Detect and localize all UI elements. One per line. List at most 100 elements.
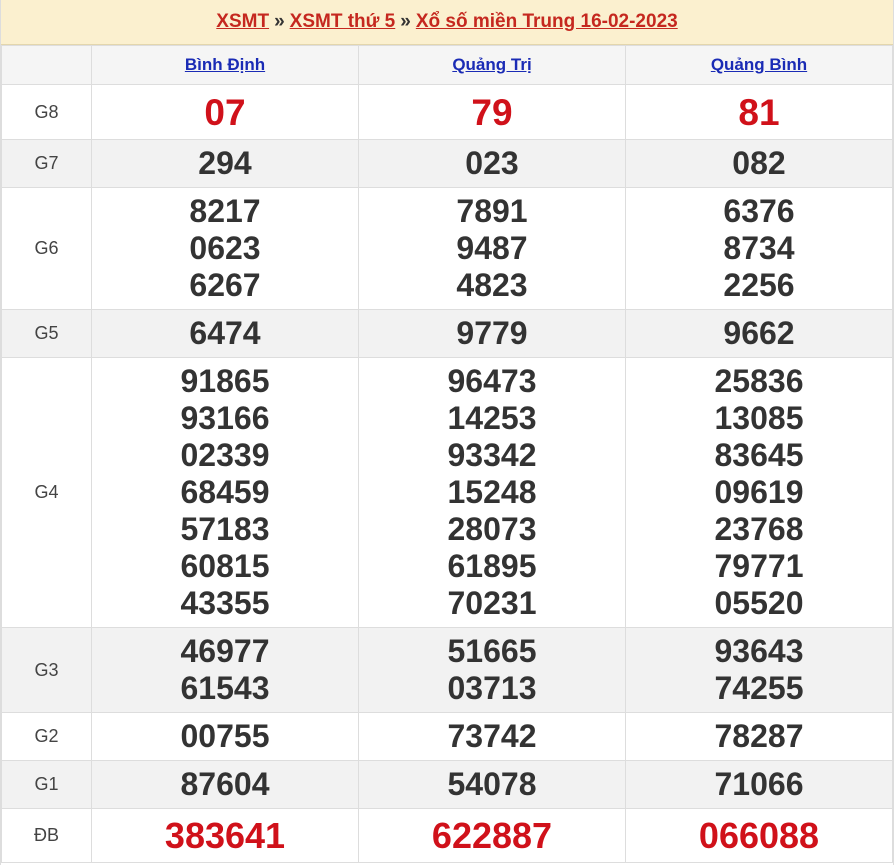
- prize-cell: 79: [358, 84, 626, 140]
- prize-label: G8: [1, 84, 92, 140]
- prize-cell: 51665 03713: [358, 627, 626, 713]
- prize-number: 02339: [180, 437, 270, 473]
- prize-number: 25836: [714, 363, 804, 399]
- prize-cell: 81: [625, 84, 893, 140]
- prize-number: 023: [465, 145, 519, 181]
- prize-number: 70231: [447, 585, 537, 621]
- prize-number: 74255: [714, 670, 804, 706]
- prize-row-g3: G3 46977 61543 51665 03713 93643 74255: [1, 627, 893, 713]
- prize-number: 294: [198, 145, 252, 181]
- prize-number: 81: [738, 91, 780, 133]
- prize-cell: 78287: [625, 712, 893, 761]
- prize-cell: 93643 74255: [625, 627, 893, 713]
- prize-cell: 9662: [625, 309, 893, 358]
- prize-row-đb: ĐB 383641 622887 066088: [1, 808, 893, 863]
- prize-number: 73742: [447, 718, 537, 754]
- prize-table-body: G8 07 79 81 G7 294 023 082 G6 8217 0623 6267 7891 948…: [1, 84, 893, 863]
- prize-number: 93166: [180, 400, 270, 436]
- prize-row-g5: G5 6474 9779 9662: [1, 309, 893, 358]
- prize-number: 9662: [723, 315, 795, 351]
- prize-number: 082: [732, 145, 786, 181]
- prize-label: G2: [1, 712, 92, 761]
- prize-row-g6: G6 8217 0623 6267 7891 9487 4823 6376 8734 2256: [1, 187, 893, 310]
- prize-number: 6376: [723, 193, 795, 229]
- prize-number: 8217: [189, 193, 261, 229]
- prize-number: 05520: [714, 585, 804, 621]
- prize-number: 87604: [180, 766, 270, 802]
- prize-label: G4: [1, 357, 92, 628]
- breadcrumb-date-link[interactable]: Xổ số miền Trung 16-02-2023: [416, 11, 678, 33]
- prize-cell: 91865 93166 02339 68459 57183 60815 43355: [91, 357, 359, 628]
- results-table: Bình Định Quảng Trị Quảng Bình G8 07 79 81 G…: [1, 45, 893, 863]
- prize-cell: 87604: [91, 760, 359, 809]
- province-header: Quảng Bình: [625, 45, 893, 85]
- breadcrumb-xsmt-thu5-link[interactable]: XSMT thứ 5: [290, 11, 396, 33]
- prize-number: 46977: [180, 633, 270, 669]
- prize-label: G1: [1, 760, 92, 809]
- prize-label: ĐB: [1, 808, 92, 863]
- prize-row-g8: G8 07 79 81: [1, 84, 893, 140]
- prize-cell: 46977 61543: [91, 627, 359, 713]
- prize-number: 0623: [189, 230, 261, 266]
- prize-number: 622887: [431, 815, 553, 856]
- prize-cell: 8217 0623 6267: [91, 187, 359, 310]
- prize-cell: 07: [91, 84, 359, 140]
- prize-cell: 082: [625, 139, 893, 188]
- prize-row-g7: G7 294 023 082: [1, 139, 893, 188]
- results-container: XSMT » XSMT thứ 5 » Xổ số miền Trung 16-…: [0, 0, 894, 865]
- prize-number: 60815: [180, 548, 270, 584]
- prize-cell: 9779: [358, 309, 626, 358]
- prize-cell: 00755: [91, 712, 359, 761]
- prize-number: 383641: [164, 815, 286, 856]
- prize-row-g4: G4 91865 93166 02339 68459 57183 60815 43355 964…: [1, 357, 893, 628]
- prize-number: 4823: [456, 267, 528, 303]
- prize-cell: 066088: [625, 808, 893, 863]
- prize-label: G5: [1, 309, 92, 358]
- prize-cell: 294: [91, 139, 359, 188]
- prize-cell: 96473 14253 93342 15248 28073 61895 70231: [358, 357, 626, 628]
- prize-number: 79771: [714, 548, 804, 584]
- prize-number: 03713: [447, 670, 537, 706]
- prize-number: 54078: [447, 766, 537, 802]
- prize-label: G6: [1, 187, 92, 310]
- prize-number: 71066: [714, 766, 804, 802]
- prize-number: 00755: [180, 718, 270, 754]
- prize-number: 93643: [714, 633, 804, 669]
- prize-number: 91865: [180, 363, 270, 399]
- prize-row-g1: G1 87604 54078 71066: [1, 760, 893, 809]
- prize-number: 96473: [447, 363, 537, 399]
- prize-cell: 25836 13085 83645 09619 23768 79771 05520: [625, 357, 893, 628]
- prize-number: 09619: [714, 474, 804, 510]
- prize-cell: 6376 8734 2256: [625, 187, 893, 310]
- breadcrumb: XSMT » XSMT thứ 5 » Xổ số miền Trung 16-…: [1, 0, 893, 45]
- prize-number: 9487: [456, 230, 528, 266]
- breadcrumb-separator: »: [274, 11, 285, 32]
- province-link-binh-dinh[interactable]: Bình Định: [185, 55, 265, 74]
- prize-number: 9779: [456, 315, 528, 351]
- province-link-quang-binh[interactable]: Quảng Bình: [711, 55, 807, 74]
- province-header-row: Bình Định Quảng Trị Quảng Bình: [1, 45, 893, 85]
- breadcrumb-xsmt-link[interactable]: XSMT: [216, 11, 269, 33]
- prize-number: 61895: [447, 548, 537, 584]
- prize-number: 83645: [714, 437, 804, 473]
- province-link-quang-tri[interactable]: Quảng Trị: [452, 55, 531, 74]
- prize-number: 68459: [180, 474, 270, 510]
- prize-number: 6474: [189, 315, 261, 351]
- prize-number: 78287: [714, 718, 804, 754]
- prize-number: 07: [204, 91, 246, 133]
- prize-cell: 73742: [358, 712, 626, 761]
- prize-cell: 7891 9487 4823: [358, 187, 626, 310]
- prize-number: 7891: [456, 193, 528, 229]
- prize-number: 79: [471, 91, 513, 133]
- breadcrumb-separator: »: [400, 11, 411, 32]
- prize-number: 51665: [447, 633, 537, 669]
- prize-cell: 71066: [625, 760, 893, 809]
- prize-cell: 622887: [358, 808, 626, 863]
- prize-number: 13085: [714, 400, 804, 436]
- prize-number: 61543: [180, 670, 270, 706]
- prize-number: 43355: [180, 585, 270, 621]
- prize-label: G7: [1, 139, 92, 188]
- prize-number: 066088: [698, 815, 820, 856]
- prize-cell: 023: [358, 139, 626, 188]
- prize-number: 93342: [447, 437, 537, 473]
